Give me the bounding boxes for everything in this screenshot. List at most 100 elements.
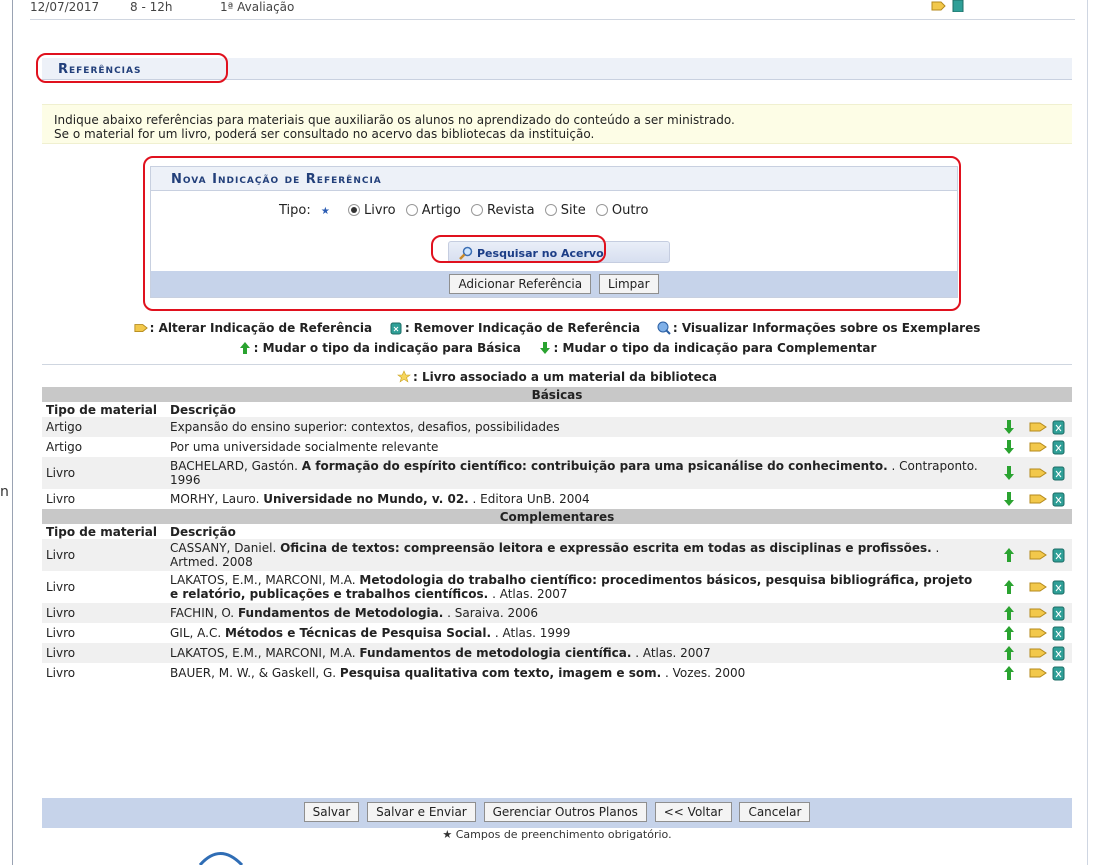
row-type: Livro <box>42 603 166 623</box>
remove-icon[interactable] <box>951 0 965 13</box>
edit-icon[interactable] <box>1029 419 1047 435</box>
arrow-down-icon[interactable] <box>1003 419 1015 435</box>
arrow-down-icon[interactable] <box>1003 465 1015 481</box>
edit-icon[interactable] <box>1029 579 1047 595</box>
row-description: GIL, A.C. Métodos e Técnicas de Pesquisa… <box>166 623 988 643</box>
row-description: LAKATOS, E.M., MARCONI, M.A. Fundamentos… <box>166 643 988 663</box>
arrow-up-icon[interactable] <box>1003 579 1015 595</box>
table-row: Livro LAKATOS, E.M., MARCONI, M.A. Metodo… <box>42 571 1072 603</box>
trash-icon[interactable] <box>1051 665 1066 681</box>
save-send-button[interactable]: Salvar e Enviar <box>367 802 476 822</box>
arrow-down-icon[interactable] <box>1003 491 1015 507</box>
desc-author: FACHIN, O. <box>170 606 238 620</box>
library-legend: : Livro associado a um material da bibli… <box>42 365 1072 387</box>
info-line: Indique abaixo referências para materiai… <box>54 113 735 127</box>
group-title: Básicas <box>42 387 1072 402</box>
row-description: Expansão do ensino superior: contextos, … <box>166 417 988 437</box>
prev-actions <box>931 0 965 15</box>
arrow-up-icon[interactable] <box>1003 665 1015 681</box>
row-actions <box>988 417 1072 437</box>
group-title: Complementares <box>42 509 1072 524</box>
cancel-button[interactable]: Cancelar <box>739 802 811 822</box>
row-actions <box>988 437 1072 457</box>
edit-icon[interactable] <box>1029 605 1047 621</box>
legend-library: : Livro associado a um material da bibli… <box>413 370 717 384</box>
row-type: Livro <box>42 571 166 603</box>
arrow-up-icon[interactable] <box>1003 605 1015 621</box>
required-note: ★ Campos de preenchimento obrigatório. <box>442 828 672 841</box>
row-actions <box>988 489 1072 509</box>
right-border <box>1087 0 1088 865</box>
manage-plans-button[interactable]: Gerenciar Outros Planos <box>483 802 647 822</box>
column-header-row: Tipo de material Descrição <box>42 524 1072 539</box>
arrow-down-icon <box>539 342 550 354</box>
group-header: Básicas <box>42 387 1072 402</box>
edit-icon[interactable] <box>1029 547 1047 563</box>
save-button[interactable]: Salvar <box>303 802 360 822</box>
desc-author: Expansão do ensino superior: contextos, … <box>170 420 560 434</box>
desc-title: Oficina de textos: compreensão leitora e… <box>280 541 932 555</box>
row-actions <box>988 603 1072 623</box>
edit-icon[interactable] <box>1029 439 1047 455</box>
legend-edit: : Alterar Indicação de Referência <box>149 321 373 335</box>
edit-icon[interactable] <box>931 0 947 12</box>
arrow-up-icon[interactable] <box>1003 645 1015 661</box>
row-type: Livro <box>42 623 166 643</box>
trash-icon[interactable] <box>1051 605 1066 621</box>
desc-publisher: . Editora UnB. 2004 <box>468 492 590 506</box>
desc-title: Fundamentos de metodologia científica. <box>359 646 632 660</box>
row-description: CASSANY, Daniel. Oficina de textos: comp… <box>166 539 988 571</box>
star-icon <box>397 370 411 383</box>
row-description: FACHIN, O. Fundamentos de Metodologia. .… <box>166 603 988 623</box>
col-type: Tipo de material <box>42 402 166 417</box>
trash-icon[interactable] <box>1051 547 1066 563</box>
edit-icon[interactable] <box>1029 645 1047 661</box>
edit-icon[interactable] <box>1029 625 1047 641</box>
column-header-row: Tipo de material Descrição <box>42 402 1072 417</box>
arrow-up-icon <box>239 342 250 354</box>
desc-title: A formação do espírito científico: contr… <box>301 459 888 473</box>
arrow-up-icon[interactable] <box>1003 547 1015 563</box>
trash-icon[interactable] <box>1051 625 1066 641</box>
row-description: LAKATOS, E.M., MARCONI, M.A. Metodologia… <box>166 571 988 603</box>
row-type: Livro <box>42 457 166 489</box>
row-actions <box>988 539 1072 571</box>
table-row: Livro FACHIN, O. Fundamentos de Metodolog… <box>42 603 1072 623</box>
group-header: Complementares <box>42 509 1072 524</box>
desc-author: LAKATOS, E.M., MARCONI, M.A. <box>170 646 360 660</box>
prev-desc: 1ª Avaliação <box>220 0 295 14</box>
arrow-down-icon[interactable] <box>1003 439 1015 455</box>
desc-title: Universidade no Mundo, v. 02. <box>263 492 469 506</box>
logo-arc-icon <box>198 852 244 865</box>
table-row: Livro CASSANY, Daniel. Oficina de textos:… <box>42 539 1072 571</box>
row-description: BAUER, M. W., & Gaskell, G. Pesquisa qua… <box>166 663 988 683</box>
table-row: Livro MORHY, Lauro. Universidade no Mundo… <box>42 489 1072 509</box>
desc-author: CASSANY, Daniel. <box>170 541 281 555</box>
trash-icon[interactable] <box>1051 491 1066 507</box>
legend-remove: : Remover Indicação de Referência <box>404 321 641 335</box>
trash-icon[interactable] <box>1051 645 1066 661</box>
edit-icon[interactable] <box>1029 491 1047 507</box>
left-margin-text: n <box>0 484 9 500</box>
desc-author: MORHY, Lauro. <box>170 492 264 506</box>
trash-icon[interactable] <box>1051 419 1066 435</box>
row-actions <box>988 663 1072 683</box>
col-description: Descrição <box>166 524 1072 539</box>
desc-author: LAKATOS, E.M., MARCONI, M.A. <box>170 573 360 587</box>
desc-publisher: . Atlas. 1999 <box>491 626 571 640</box>
trash-icon[interactable] <box>1051 465 1066 481</box>
row-actions <box>988 623 1072 643</box>
arrow-up-icon[interactable] <box>1003 625 1015 641</box>
trash-icon <box>390 322 402 335</box>
col-type: Tipo de material <box>42 524 166 539</box>
edit-icon[interactable] <box>1029 665 1047 681</box>
trash-icon[interactable] <box>1051 439 1066 455</box>
edit-icon[interactable] <box>1029 465 1047 481</box>
desc-publisher: . Vozes. 2000 <box>661 666 746 680</box>
info-line: Se o material for um livro, poderá ser c… <box>54 127 595 141</box>
back-button[interactable]: << Voltar <box>654 802 732 822</box>
desc-author: BACHELARD, Gastón. <box>170 459 302 473</box>
desc-title: Pesquisa qualitativa com texto, imagem e… <box>339 666 662 680</box>
row-type: Artigo <box>42 417 166 437</box>
trash-icon[interactable] <box>1051 579 1066 595</box>
